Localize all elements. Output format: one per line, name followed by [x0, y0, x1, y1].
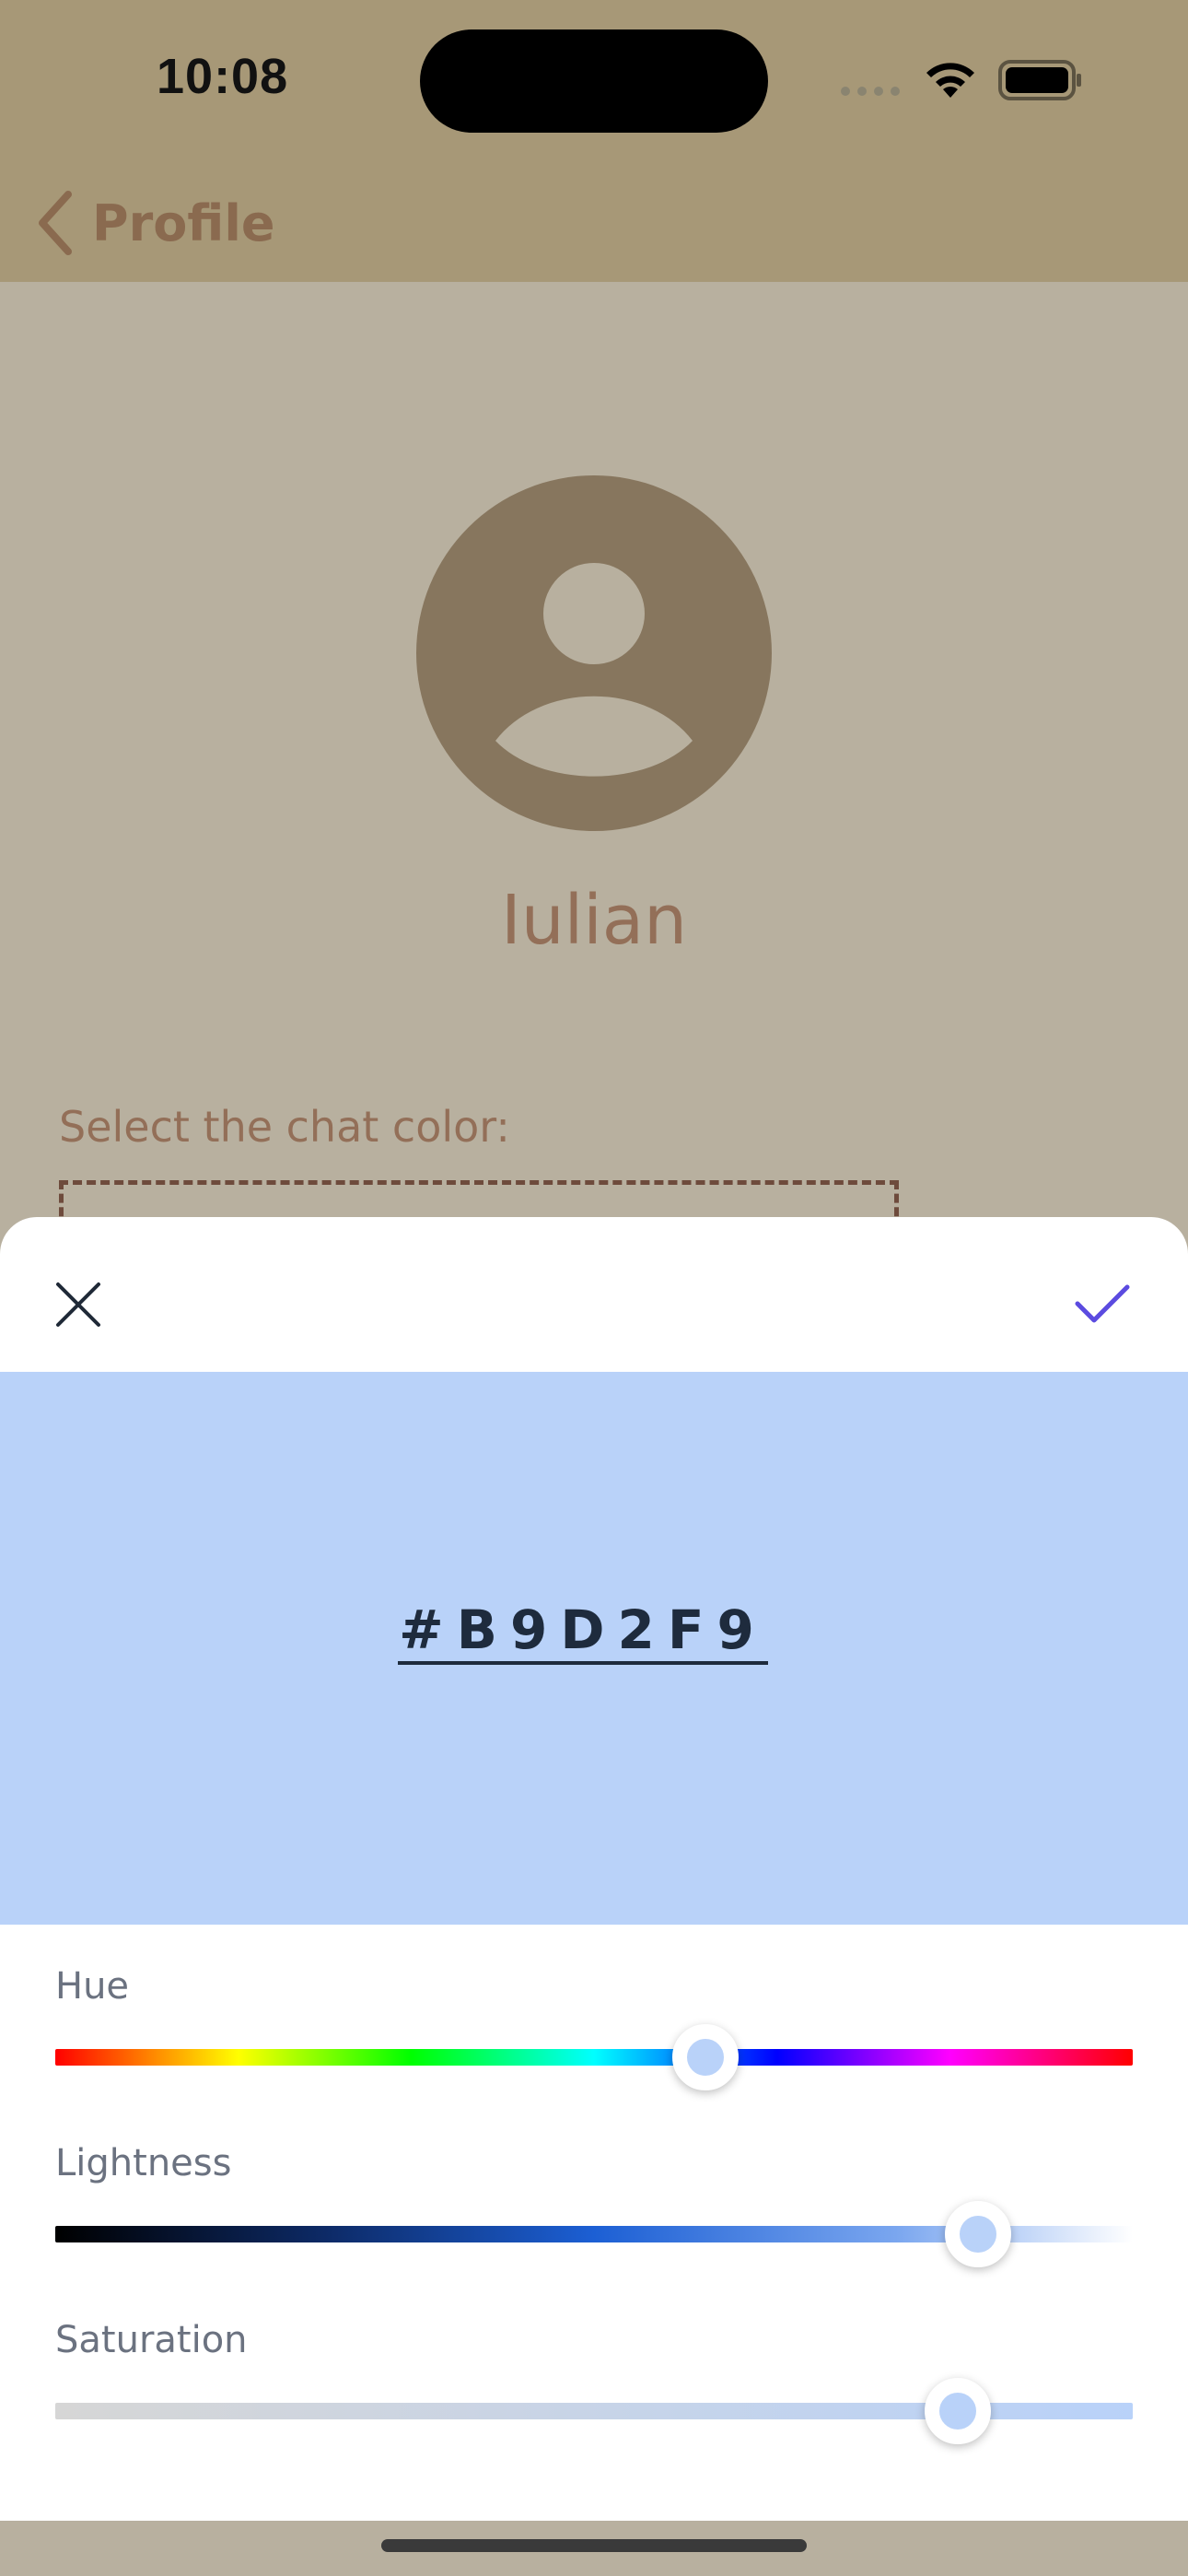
lightness-label: Lightness	[55, 2142, 232, 2184]
checkmark-icon	[1075, 1284, 1130, 1323]
chevron-left-icon	[39, 191, 72, 255]
hue-slider-thumb[interactable]	[671, 2024, 739, 2090]
user-name: Iulian	[500, 881, 688, 960]
close-icon	[56, 1282, 100, 1327]
confirm-button[interactable]	[1061, 1263, 1144, 1346]
back-button[interactable]: Profile	[37, 186, 274, 260]
wifi-icon	[926, 63, 974, 98]
hue-slider-track[interactable]	[55, 2024, 1133, 2090]
cellular-signal-icon	[841, 87, 900, 96]
saturation-slider-thumb[interactable]	[925, 2378, 992, 2444]
lightness-slider-thumb[interactable]	[944, 2201, 1011, 2267]
saturation-label: Saturation	[55, 2319, 248, 2361]
status-time: 10:08	[157, 49, 289, 104]
person-icon	[495, 563, 693, 777]
back-button-label: Profile	[92, 193, 275, 252]
status-bar: 10:08	[0, 0, 1188, 138]
color-picker-sheet: #B9D2F9 Hue Lightness Saturation	[0, 1217, 1188, 2521]
battery-icon	[998, 60, 1081, 100]
home-indicator	[381, 2539, 807, 2552]
profile-content: Iulian Select the chat color:	[0, 282, 1188, 1364]
hex-color-input[interactable]: #B9D2F9	[398, 1591, 768, 1665]
chat-color-label: Select the chat color:	[59, 1102, 510, 1152]
avatar[interactable]	[416, 475, 772, 831]
lightness-slider-track[interactable]	[55, 2201, 1133, 2267]
navigation-bar: Profile	[0, 138, 1188, 282]
color-preview: #B9D2F9	[0, 1372, 1188, 1925]
saturation-slider-track[interactable]	[55, 2378, 1133, 2444]
close-button[interactable]	[37, 1263, 120, 1346]
hue-label: Hue	[55, 1965, 130, 2008]
dynamic-island	[420, 29, 768, 133]
